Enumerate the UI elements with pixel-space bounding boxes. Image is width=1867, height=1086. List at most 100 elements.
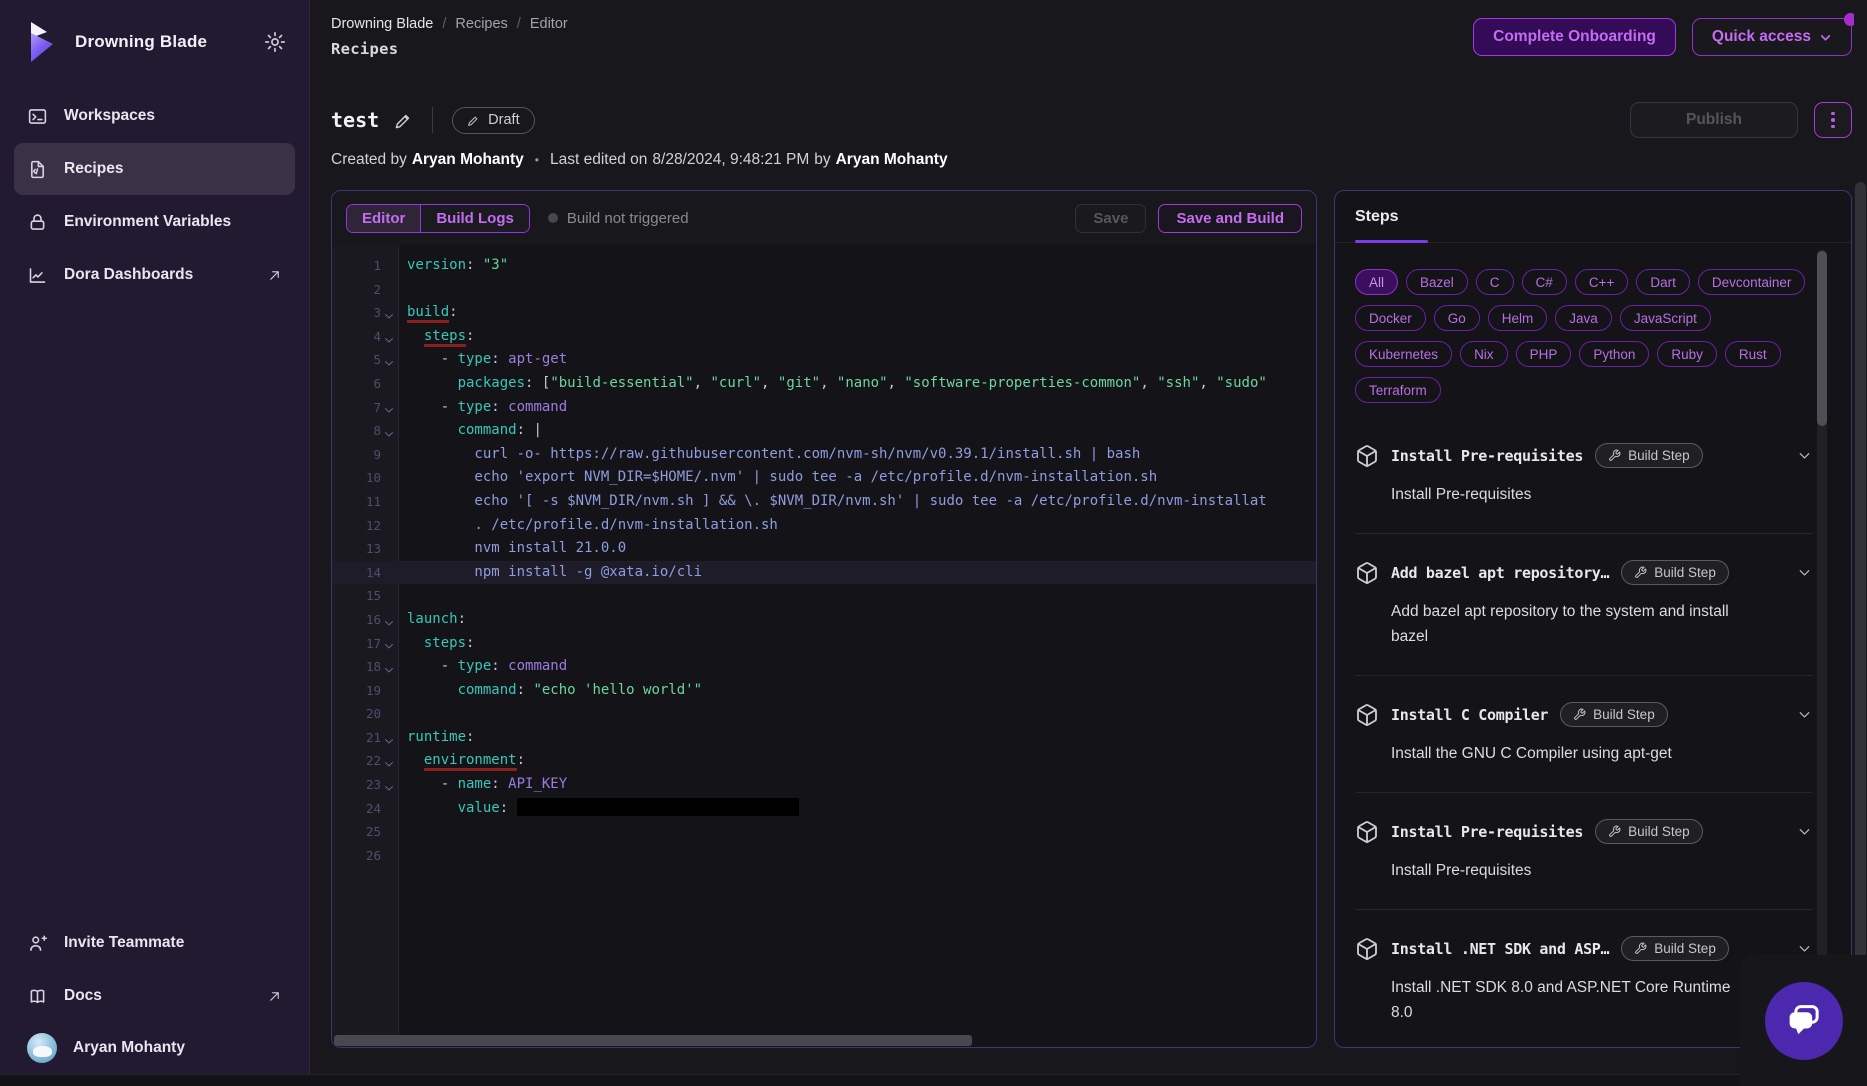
sidebar-item-recipes[interactable]: Recipes (14, 143, 295, 195)
filter-javascript[interactable]: JavaScript (1620, 305, 1711, 331)
filter-docker[interactable]: Docker (1355, 305, 1426, 331)
kebab-menu-button[interactable] (1814, 102, 1852, 138)
editor-toolbar: EditorBuild Logs Build not triggered Sav… (332, 191, 1316, 245)
package-icon (1355, 820, 1379, 844)
lock-icon (27, 212, 48, 233)
filter-terraform[interactable]: Terraform (1355, 377, 1441, 403)
code-line: 22 environment: (332, 749, 1316, 773)
sidebar-item-invite-teammate[interactable]: Invite Teammate (14, 917, 295, 969)
filter-go[interactable]: Go (1434, 305, 1480, 331)
code-line: 25 (332, 820, 1316, 844)
filter-ruby[interactable]: Ruby (1657, 341, 1717, 367)
chevron-down-icon[interactable] (1796, 706, 1813, 723)
code-line: 7 - type: command (332, 396, 1316, 420)
package-icon (1355, 937, 1379, 961)
fold-chevron-icon[interactable] (383, 640, 395, 652)
fold-chevron-icon[interactable] (383, 735, 395, 747)
save-button[interactable]: Save (1075, 204, 1146, 233)
fold-chevron-icon[interactable] (383, 782, 395, 794)
chat-launcher-button[interactable] (1765, 982, 1843, 1060)
sidebar-item-label: Docs (64, 987, 251, 1005)
code-line: 19 command: "echo 'hello world'" (332, 679, 1316, 703)
build-step-badge: Build Step (1595, 819, 1703, 844)
tab-build-logs[interactable]: Build Logs (420, 205, 529, 232)
filter-bazel[interactable]: Bazel (1406, 269, 1468, 295)
sidebar-item-label: Environment Variables (64, 213, 282, 231)
filter-c[interactable]: C# (1522, 269, 1567, 295)
line-number: 19 (332, 679, 398, 703)
editor-horizontal-scrollbar[interactable] (332, 1034, 1316, 1047)
filter-dart[interactable]: Dart (1636, 269, 1690, 295)
tab-editor[interactable]: Editor (347, 205, 420, 232)
breadcrumb-separator: / (517, 16, 521, 32)
build-step-badge: Build Step (1621, 936, 1729, 961)
package-icon (1355, 561, 1379, 585)
save-and-build-button[interactable]: Save and Build (1158, 204, 1302, 233)
code-line: 11 echo '[ -s $NVM_DIR/nvm.sh ] && \. $N… (332, 490, 1316, 514)
steps-panel-header: Steps (1335, 191, 1851, 243)
fold-chevron-icon[interactable] (383, 428, 395, 440)
scrollbar-thumb[interactable] (1817, 251, 1827, 426)
filter-c[interactable]: C++ (1575, 269, 1629, 295)
sidebar-item-label: Invite Teammate (64, 934, 282, 952)
redacted-value (517, 798, 799, 816)
breadcrumb-item-editor[interactable]: Editor (530, 16, 568, 32)
line-number: 8 (332, 419, 398, 443)
user-menu[interactable]: Aryan Mohanty (14, 1022, 295, 1074)
edit-title-pencil-icon[interactable] (394, 111, 413, 130)
sidebar-item-label: Recipes (64, 160, 282, 178)
breadcrumb-item-recipes[interactable]: Recipes (455, 16, 507, 32)
fold-chevron-icon[interactable] (383, 758, 395, 770)
fold-chevron-icon[interactable] (383, 617, 395, 629)
sidebar-item-environment-variables[interactable]: Environment Variables (14, 196, 295, 248)
filter-c[interactable]: C (1476, 269, 1514, 295)
line-number: 11 (332, 490, 398, 514)
build-step-badge: Build Step (1621, 560, 1729, 585)
scrollbar-thumb[interactable] (1855, 182, 1866, 1082)
scrollbar-thumb[interactable] (334, 1035, 972, 1046)
line-number: 13 (332, 537, 398, 561)
complete-onboarding-button[interactable]: Complete Onboarding (1473, 18, 1676, 56)
fold-chevron-icon[interactable] (383, 404, 395, 416)
filter-kubernetes[interactable]: Kubernetes (1355, 341, 1452, 367)
code-line: 6 packages: ["build-essential", "curl", … (332, 372, 1316, 396)
line-number: 26 (332, 844, 398, 868)
build-step-badge: Build Step (1595, 443, 1703, 468)
chevron-down-icon[interactable] (1796, 564, 1813, 581)
publish-button[interactable]: Publish (1630, 102, 1798, 138)
fold-chevron-icon[interactable] (383, 334, 395, 346)
filter-python[interactable]: Python (1579, 341, 1649, 367)
steps-tab[interactable]: Steps (1355, 208, 1399, 225)
line-number: 1 (332, 254, 398, 278)
terminal-icon (27, 106, 48, 127)
filter-rust[interactable]: Rust (1725, 341, 1781, 367)
filter-java[interactable]: Java (1555, 305, 1612, 331)
filter-nix[interactable]: Nix (1460, 341, 1508, 367)
filter-devcontainer[interactable]: Devcontainer (1698, 269, 1806, 295)
chevron-down-icon[interactable] (1796, 447, 1813, 464)
code-line: 5 - type: apt-get (332, 348, 1316, 372)
steps-vertical-scrollbar[interactable] (1817, 249, 1827, 1039)
code-editor[interactable]: 1version: "3"23build:4 steps:5 - type: a… (332, 245, 1316, 1047)
meta-separator: • (535, 153, 539, 167)
package-icon (1355, 444, 1379, 468)
breadcrumb-item-drowning-blade[interactable]: Drowning Blade (331, 16, 433, 32)
page-vertical-scrollbar[interactable] (1854, 0, 1867, 1086)
step-title: Install Pre-requisites (1391, 823, 1583, 841)
fold-chevron-icon[interactable] (383, 310, 395, 322)
page-horizontal-scrollbar[interactable] (0, 1074, 1867, 1086)
filter-php[interactable]: PHP (1516, 341, 1572, 367)
fold-chevron-icon[interactable] (383, 357, 395, 369)
fold-chevron-icon[interactable] (383, 664, 395, 676)
code-line: 20 (332, 702, 1316, 726)
quick-access-button[interactable]: Quick access (1692, 18, 1852, 56)
filter-helm[interactable]: Helm (1488, 305, 1548, 331)
sidebar-item-dora-dashboards[interactable]: Dora Dashboards (14, 249, 295, 301)
sidebar-item-workspaces[interactable]: Workspaces (14, 90, 295, 142)
chevron-down-icon[interactable] (1796, 823, 1813, 840)
code-line: 15 (332, 584, 1316, 608)
gear-icon[interactable] (263, 30, 287, 54)
sidebar-item-docs[interactable]: Docs (14, 970, 295, 1022)
filter-all[interactable]: All (1355, 269, 1398, 295)
topbar-actions: Complete Onboarding Quick access (1473, 18, 1852, 56)
